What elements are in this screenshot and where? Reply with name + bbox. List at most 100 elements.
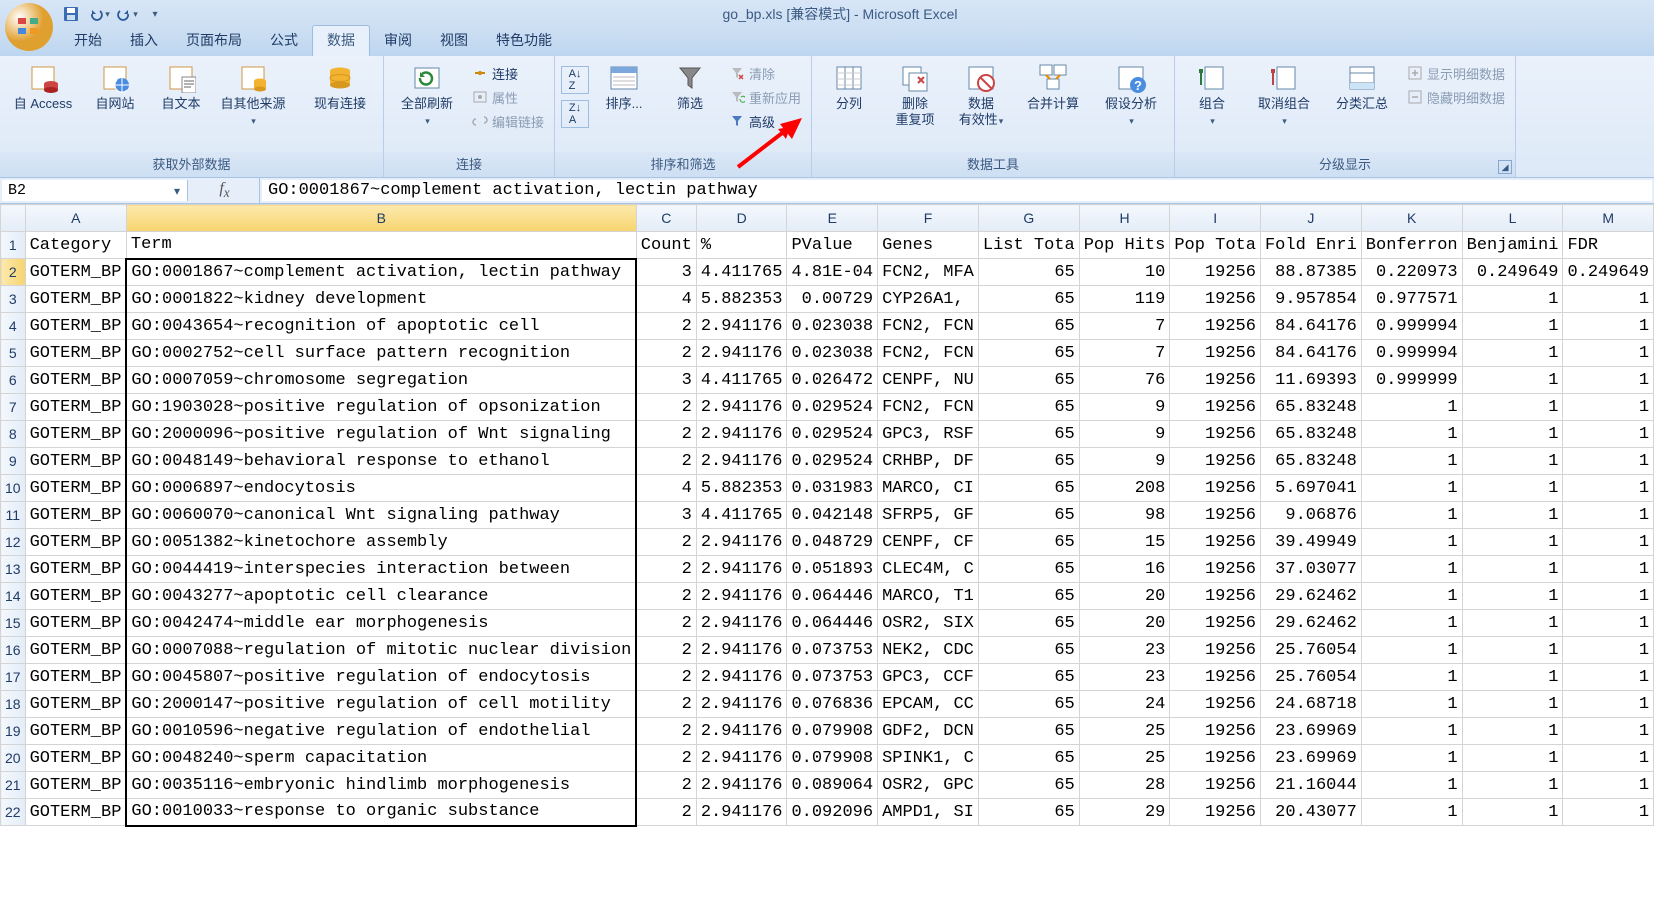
cell[interactable]: 1 bbox=[1563, 367, 1654, 394]
cell[interactable]: 119 bbox=[1079, 286, 1170, 313]
cell[interactable]: 65 bbox=[978, 556, 1079, 583]
cell[interactable]: 10 bbox=[1079, 259, 1170, 286]
cell[interactable]: 19256 bbox=[1170, 475, 1261, 502]
cell[interactable]: 0.00729 bbox=[787, 286, 878, 313]
cell[interactable]: 1 bbox=[1361, 691, 1462, 718]
row-header-11[interactable]: 11 bbox=[1, 502, 26, 529]
col-header-B[interactable]: B bbox=[126, 205, 636, 232]
cell[interactable]: SFRP5, GF bbox=[878, 502, 979, 529]
cell[interactable]: 9.957854 bbox=[1260, 286, 1361, 313]
cell[interactable]: GOTERM_BP bbox=[25, 637, 126, 664]
cell[interactable]: 1 bbox=[1361, 583, 1462, 610]
formula-input[interactable]: GO:0001867~complement activation, lectin… bbox=[262, 180, 1652, 201]
row-header-22[interactable]: 22 bbox=[1, 799, 26, 826]
cell[interactable]: GOTERM_BP bbox=[25, 664, 126, 691]
cell[interactable]: GOTERM_BP bbox=[25, 475, 126, 502]
cell[interactable]: 0.029524 bbox=[787, 421, 878, 448]
cell[interactable]: 2 bbox=[636, 340, 696, 367]
cell[interactable]: 9 bbox=[1079, 448, 1170, 475]
cell[interactable]: 1 bbox=[1462, 340, 1563, 367]
consolidate-button[interactable]: 合并计算 bbox=[1016, 60, 1090, 114]
cell[interactable]: FCN2, FCN bbox=[878, 394, 979, 421]
col-header-H[interactable]: H bbox=[1079, 205, 1170, 232]
cell[interactable]: OSR2, SIX bbox=[878, 610, 979, 637]
cell[interactable]: 1 bbox=[1563, 637, 1654, 664]
cell[interactable]: 19256 bbox=[1170, 691, 1261, 718]
cell[interactable]: 1 bbox=[1361, 394, 1462, 421]
cell[interactable]: FDR bbox=[1563, 232, 1654, 259]
cell[interactable]: 1 bbox=[1563, 718, 1654, 745]
cell[interactable]: 1 bbox=[1462, 664, 1563, 691]
cell[interactable]: 21.16044 bbox=[1260, 772, 1361, 799]
cell[interactable]: 29 bbox=[1079, 799, 1170, 826]
cell[interactable]: 65 bbox=[978, 691, 1079, 718]
cell[interactable]: 4.411765 bbox=[696, 259, 787, 286]
cell[interactable]: 1 bbox=[1462, 610, 1563, 637]
cell[interactable]: 1 bbox=[1462, 421, 1563, 448]
cell[interactable]: 2 bbox=[636, 394, 696, 421]
cell[interactable]: GO:0060070~canonical Wnt signaling pathw… bbox=[126, 502, 636, 529]
cell[interactable]: 37.03077 bbox=[1260, 556, 1361, 583]
cell[interactable]: 23.69969 bbox=[1260, 718, 1361, 745]
cell[interactable]: 1 bbox=[1563, 421, 1654, 448]
data-validation-button[interactable]: 数据 有效性▾ bbox=[950, 60, 1012, 131]
cell[interactable]: 15 bbox=[1079, 529, 1170, 556]
cell[interactable]: Pop Tota bbox=[1170, 232, 1261, 259]
cell[interactable]: 39.49949 bbox=[1260, 529, 1361, 556]
cell[interactable]: 4.411765 bbox=[696, 502, 787, 529]
cell[interactable]: 19256 bbox=[1170, 340, 1261, 367]
office-button[interactable] bbox=[2, 0, 56, 54]
cell[interactable]: GOTERM_BP bbox=[25, 340, 126, 367]
cell[interactable]: GO:0007059~chromosome segregation bbox=[126, 367, 636, 394]
cell[interactable]: 2 bbox=[636, 772, 696, 799]
cell[interactable]: 1 bbox=[1462, 367, 1563, 394]
col-header-I[interactable]: I bbox=[1170, 205, 1261, 232]
cell[interactable]: 1 bbox=[1462, 556, 1563, 583]
cell[interactable]: 1 bbox=[1462, 502, 1563, 529]
cell[interactable]: 2.941176 bbox=[696, 448, 787, 475]
cell[interactable]: 4 bbox=[636, 475, 696, 502]
cell[interactable]: 19256 bbox=[1170, 799, 1261, 826]
cell[interactable]: 19256 bbox=[1170, 259, 1261, 286]
cell[interactable]: 0.092096 bbox=[787, 799, 878, 826]
cell[interactable]: SPINK1, C bbox=[878, 745, 979, 772]
cell[interactable]: 1 bbox=[1361, 745, 1462, 772]
cell[interactable]: 19256 bbox=[1170, 367, 1261, 394]
cell[interactable]: GO:0048240~sperm capacitation bbox=[126, 745, 636, 772]
cell[interactable]: 1 bbox=[1462, 394, 1563, 421]
cell[interactable]: 0.999994 bbox=[1361, 340, 1462, 367]
cell[interactable]: 29.62462 bbox=[1260, 610, 1361, 637]
cell[interactable]: GO:0048149~behavioral response to ethano… bbox=[126, 448, 636, 475]
cell[interactable]: 1 bbox=[1361, 502, 1462, 529]
cell[interactable]: 0.089064 bbox=[787, 772, 878, 799]
cell[interactable]: 2.941176 bbox=[696, 691, 787, 718]
cell[interactable]: 0.249649 bbox=[1563, 259, 1654, 286]
cell[interactable]: 1 bbox=[1462, 745, 1563, 772]
cell[interactable]: 19256 bbox=[1170, 664, 1261, 691]
group-rows-button[interactable]: 组合▾ bbox=[1181, 60, 1243, 131]
cell[interactable]: 65 bbox=[978, 286, 1079, 313]
cell[interactable]: GO:0006897~endocytosis bbox=[126, 475, 636, 502]
cell[interactable]: NEK2, CDC bbox=[878, 637, 979, 664]
cell[interactable]: 1 bbox=[1361, 637, 1462, 664]
cell[interactable]: List Tota bbox=[978, 232, 1079, 259]
cell[interactable]: GPC3, RSF bbox=[878, 421, 979, 448]
cell[interactable]: GOTERM_BP bbox=[25, 502, 126, 529]
cell[interactable]: 2.941176 bbox=[696, 583, 787, 610]
cell[interactable]: GOTERM_BP bbox=[25, 421, 126, 448]
cell[interactable]: GOTERM_BP bbox=[25, 367, 126, 394]
cell[interactable]: 2.941176 bbox=[696, 421, 787, 448]
tab-特色功能[interactable]: 特色功能 bbox=[482, 26, 566, 56]
cell[interactable]: 1 bbox=[1462, 718, 1563, 745]
cell[interactable]: 5.882353 bbox=[696, 475, 787, 502]
what-if-button[interactable]: ?假设分析▾ bbox=[1094, 60, 1168, 131]
col-header-L[interactable]: L bbox=[1462, 205, 1563, 232]
cell[interactable]: 65 bbox=[978, 529, 1079, 556]
cell[interactable]: GO:0010033~response to organic substance bbox=[126, 799, 636, 826]
cell[interactable]: 0.023038 bbox=[787, 340, 878, 367]
cell[interactable]: GO:0007088~regulation of mitotic nuclear… bbox=[126, 637, 636, 664]
cell[interactable]: 2.941176 bbox=[696, 556, 787, 583]
cell[interactable]: Term bbox=[126, 232, 636, 259]
row-header-10[interactable]: 10 bbox=[1, 475, 26, 502]
cell[interactable]: 2.941176 bbox=[696, 394, 787, 421]
